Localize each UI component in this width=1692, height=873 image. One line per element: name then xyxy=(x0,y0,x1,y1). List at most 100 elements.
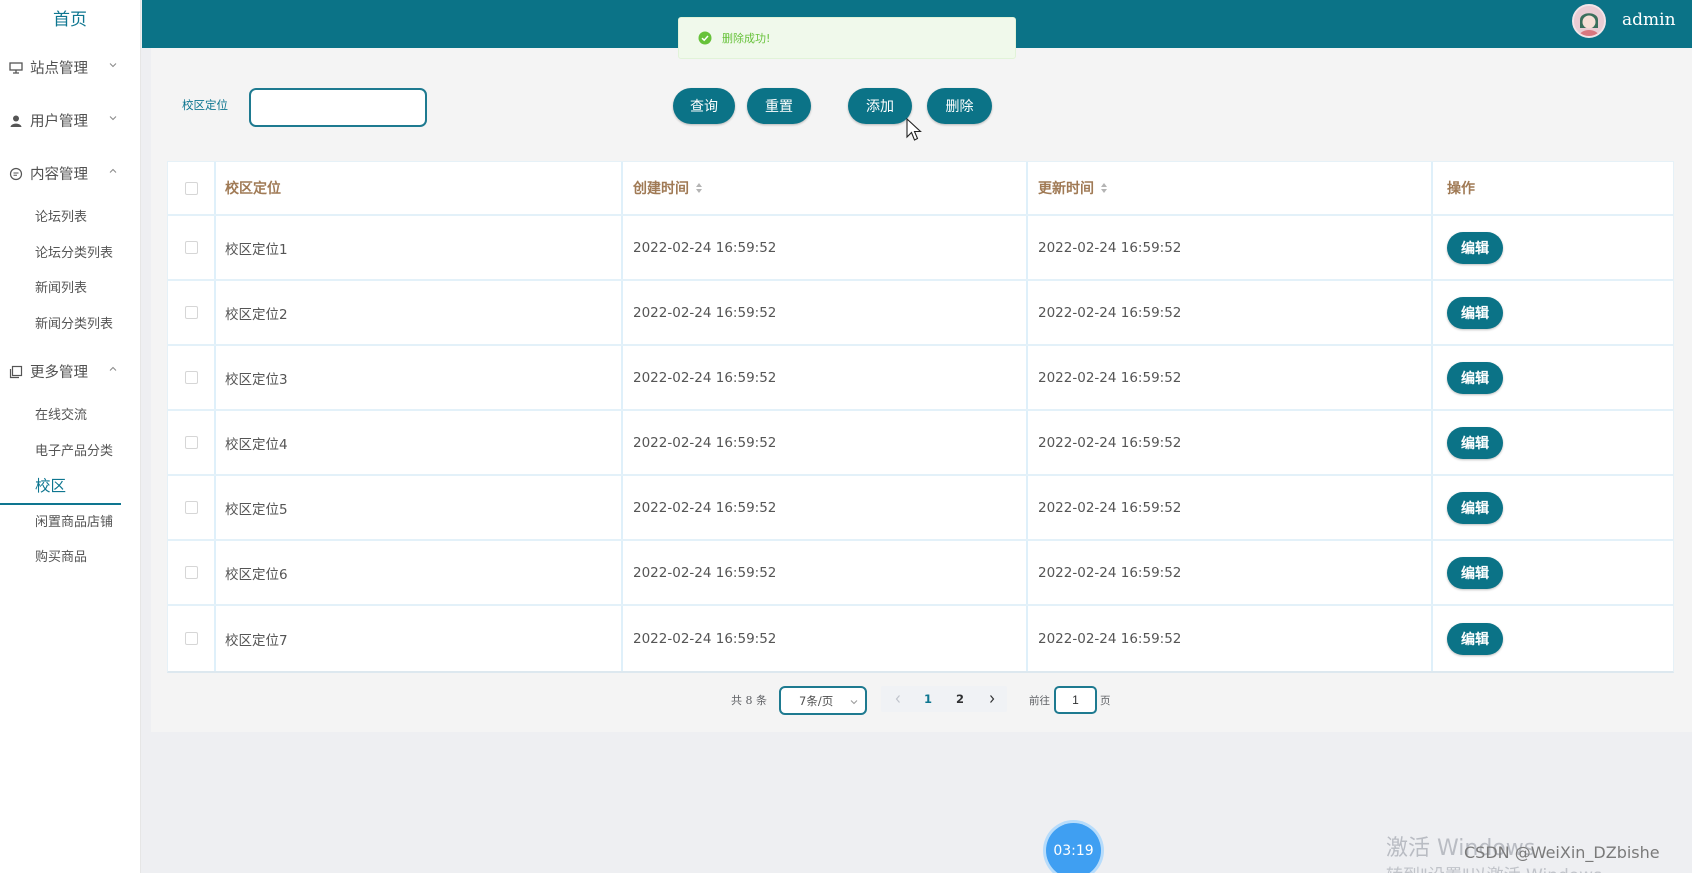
column-header-name: 校区定位 xyxy=(216,162,623,214)
row-select-cell xyxy=(168,411,216,474)
created-time-cell: 2022-02-24 16:59:52 xyxy=(623,476,1028,539)
row-checkbox[interactable] xyxy=(184,306,198,319)
next-page-button[interactable] xyxy=(977,686,1007,712)
row-select-cell xyxy=(168,216,216,279)
chevron-up-icon xyxy=(109,168,117,173)
sidebar-item-forum-category[interactable]: 论坛分类列表 xyxy=(0,236,140,272)
edit-button[interactable]: 编辑 xyxy=(1447,491,1503,524)
table-row: 校区定位3 2022-02-24 16:59:52 2022-02-24 16:… xyxy=(168,346,1673,411)
username[interactable]: admin xyxy=(1622,10,1676,30)
row-select-cell xyxy=(168,541,216,604)
sidebar-group-user[interactable]: 用户管理 xyxy=(0,94,140,147)
created-time-cell: 2022-02-24 16:59:52 xyxy=(623,216,1028,279)
column-header-label: 校区定位 xyxy=(225,181,281,197)
campus-name-cell: 校区定位3 xyxy=(216,346,623,409)
column-header-updated[interactable]: 更新时间 xyxy=(1028,162,1433,214)
pagination-total: 共 8 条 xyxy=(731,694,767,707)
query-button[interactable]: 查询 xyxy=(673,88,735,124)
row-checkbox[interactable] xyxy=(184,501,198,514)
prev-page-button[interactable] xyxy=(883,686,913,712)
sidebar-item-purchase[interactable]: 购买商品 xyxy=(0,540,140,576)
chevron-up-icon xyxy=(109,366,117,371)
search-label: 校区定位 xyxy=(182,98,228,112)
page-size-select[interactable]: 7条/页 xyxy=(779,686,867,715)
sidebar-item-forum-list[interactable]: 论坛列表 xyxy=(0,200,140,236)
recording-timer: 03:19 xyxy=(1046,823,1101,873)
user-avatar[interactable] xyxy=(1572,4,1606,38)
created-time-cell: 2022-02-24 16:59:52 xyxy=(623,606,1028,671)
sidebar-home-link[interactable]: 首页 xyxy=(0,0,140,41)
sidebar-group-label: 用户管理 xyxy=(30,114,88,130)
select-all-cell xyxy=(168,162,216,214)
pagination-nav: 1 2 xyxy=(881,686,1007,712)
success-toast: 删除成功! xyxy=(678,17,1016,59)
actions-cell: 编辑 xyxy=(1433,281,1675,344)
campus-name-cell: 校区定位7 xyxy=(216,606,623,671)
edit-button[interactable]: 编辑 xyxy=(1447,231,1503,264)
windows-activation-hint: 转到"设置"以激活 Windows。 xyxy=(1386,861,1619,873)
sidebar: 首页 站点管理 用户管理 内容管理 论坛列表 论坛分类列表 新闻列表 新闻分类列… xyxy=(0,0,141,873)
actions-cell: 编辑 xyxy=(1433,216,1675,279)
chevron-right-icon xyxy=(990,695,995,703)
page-unit-label: 页 xyxy=(1100,695,1111,707)
sidebar-group-label: 站点管理 xyxy=(30,61,88,77)
row-select-cell xyxy=(168,346,216,409)
campus-name-cell: 校区定位1 xyxy=(216,216,623,279)
row-checkbox[interactable] xyxy=(184,436,198,449)
column-header-actions: 操作 xyxy=(1433,162,1675,214)
page-size-value: 7条/页 xyxy=(799,693,834,708)
sort-icon[interactable] xyxy=(695,182,703,194)
row-checkbox[interactable] xyxy=(184,241,198,254)
column-header-label: 更新时间 xyxy=(1038,181,1094,197)
sidebar-item-electronics-category[interactable]: 电子产品分类 xyxy=(0,434,140,470)
sidebar-item-news-list[interactable]: 新闻列表 xyxy=(0,271,140,307)
edit-button[interactable]: 编辑 xyxy=(1447,296,1503,329)
actions-cell: 编辑 xyxy=(1433,606,1675,671)
sidebar-group-site[interactable]: 站点管理 xyxy=(0,41,140,94)
mouse-cursor-icon xyxy=(906,118,922,141)
select-all-checkbox[interactable] xyxy=(184,181,198,195)
table-row: 校区定位5 2022-02-24 16:59:52 2022-02-24 16:… xyxy=(168,476,1673,541)
sidebar-group-label: 更多管理 xyxy=(30,365,88,381)
reset-button[interactable]: 重置 xyxy=(747,88,811,124)
row-checkbox[interactable] xyxy=(184,632,198,645)
delete-button[interactable]: 删除 xyxy=(927,88,992,124)
row-select-cell xyxy=(168,281,216,344)
updated-time-cell: 2022-02-24 16:59:52 xyxy=(1028,606,1433,671)
created-time-cell: 2022-02-24 16:59:52 xyxy=(623,411,1028,474)
goto-label: 前往 xyxy=(1029,695,1050,707)
page-2-button[interactable]: 2 xyxy=(945,686,975,712)
sort-icon[interactable] xyxy=(1100,182,1108,194)
sidebar-item-online-chat[interactable]: 在线交流 xyxy=(0,398,140,434)
updated-time-cell: 2022-02-24 16:59:52 xyxy=(1028,281,1433,344)
updated-time-cell: 2022-02-24 16:59:52 xyxy=(1028,411,1433,474)
user-icon xyxy=(8,113,23,128)
campus-name-cell: 校区定位5 xyxy=(216,476,623,539)
chevron-down-icon xyxy=(109,116,117,121)
sidebar-item-idle-shop[interactable]: 闲置商品店铺 xyxy=(0,505,140,541)
sidebar-group-content[interactable]: 内容管理 xyxy=(0,147,140,200)
goto-page-input[interactable] xyxy=(1054,686,1097,714)
created-time-cell: 2022-02-24 16:59:52 xyxy=(623,346,1028,409)
edit-button[interactable]: 编辑 xyxy=(1447,361,1503,394)
row-select-cell xyxy=(168,606,216,671)
add-button[interactable]: 添加 xyxy=(848,88,912,124)
edit-button[interactable]: 编辑 xyxy=(1447,556,1503,589)
campus-search-input[interactable] xyxy=(249,88,427,127)
row-checkbox[interactable] xyxy=(184,566,198,579)
column-header-created[interactable]: 创建时间 xyxy=(623,162,1028,214)
sidebar-item-news-category[interactable]: 新闻分类列表 xyxy=(0,307,140,343)
actions-cell: 编辑 xyxy=(1433,346,1675,409)
edit-button[interactable]: 编辑 xyxy=(1447,622,1503,655)
campus-table: 校区定位 创建时间 更新时间 操作 校区定位1 2022-02-24 16:59… xyxy=(167,161,1674,673)
edit-button[interactable]: 编辑 xyxy=(1447,426,1503,459)
table-row: 校区定位7 2022-02-24 16:59:52 2022-02-24 16:… xyxy=(168,606,1673,671)
sidebar-group-more[interactable]: 更多管理 xyxy=(0,345,140,398)
campus-name-cell: 校区定位6 xyxy=(216,541,623,604)
page-1-button[interactable]: 1 xyxy=(913,686,943,712)
row-select-cell xyxy=(168,476,216,539)
row-checkbox[interactable] xyxy=(184,371,198,384)
actions-cell: 编辑 xyxy=(1433,411,1675,474)
table-header-row: 校区定位 创建时间 更新时间 操作 xyxy=(168,162,1673,216)
sidebar-item-campus[interactable]: 校区 xyxy=(0,469,121,505)
